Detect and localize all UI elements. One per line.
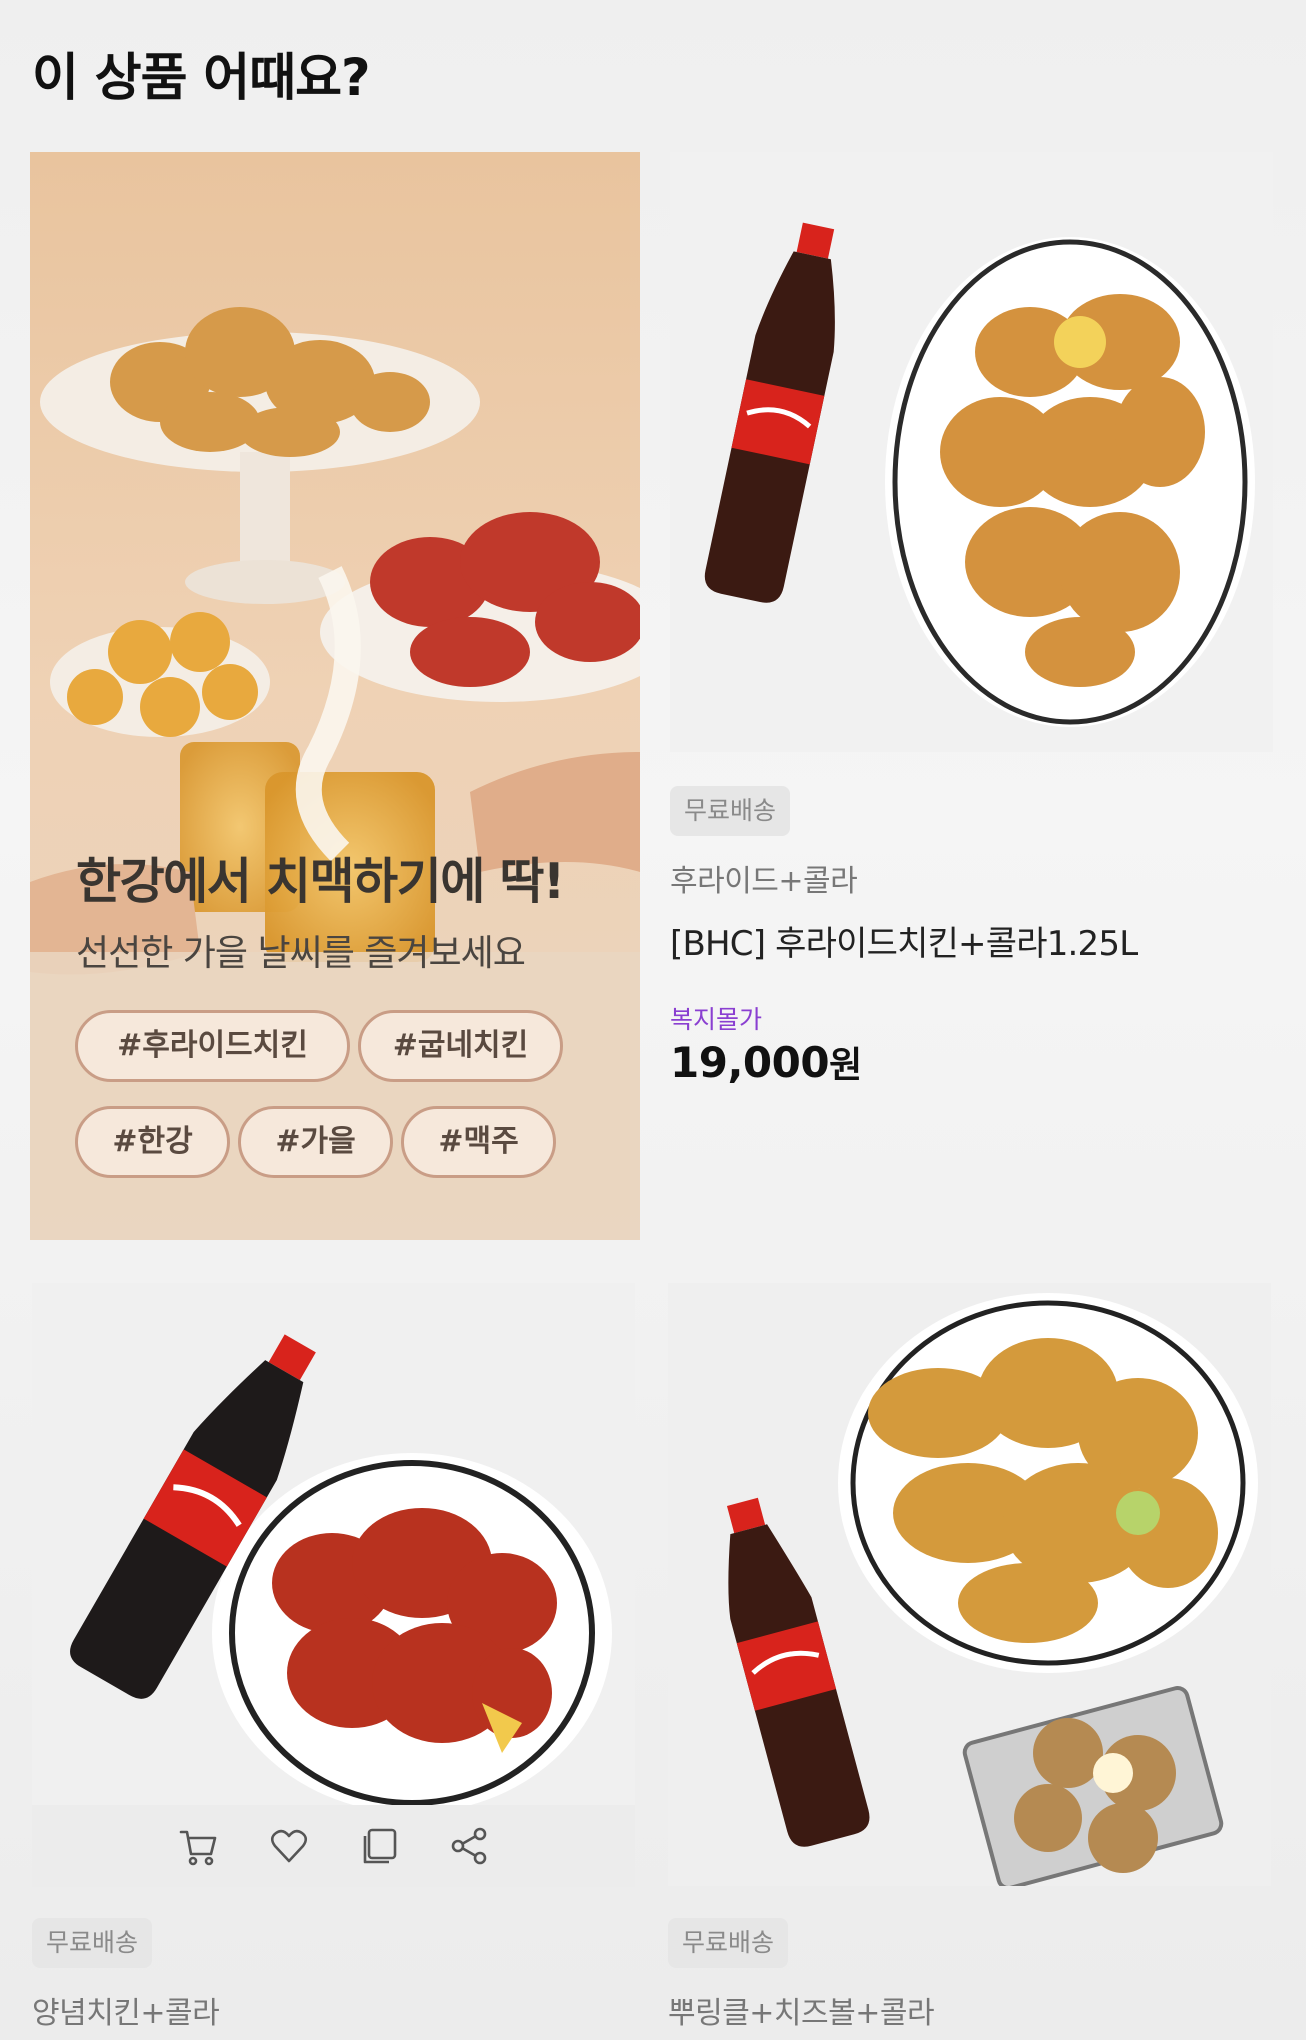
share-icon [451,1827,486,1865]
copy-icon [363,1828,396,1864]
free-shipping-badge: 무료배송 [670,786,791,836]
product-card[interactable]: 무료배송 양념치킨+콜라 [32,1283,635,2040]
tag-hangang[interactable]: #한강 [75,1106,230,1178]
product-subtitle: 양념치킨+콜라 [32,1996,220,2031]
price-label: 복지몰가 [670,1005,763,1034]
tag-fried-chicken[interactable]: #후라이드치킨 [75,1010,350,1082]
product-name[interactable]: [BHC] 후라이드치킨+콜라1.25L [670,916,1138,965]
promo-banner[interactable]: 한강에서 치맥하기에 딱! 선선한 가을 날씨를 즐겨보세요 #후라이드치킨 #… [30,152,640,1240]
product-price: 19,000원 [670,1036,862,1088]
tag-autumn[interactable]: #가을 [238,1106,393,1178]
product-image[interactable] [32,1283,635,1805]
heart-icon [270,1829,307,1863]
banner-subtitle: 선선한 가을 날씨를 즐겨보세요 [76,933,526,974]
wishlist-button[interactable] [264,1821,314,1871]
free-shipping-badge: 무료배송 [32,1918,153,1968]
product-image[interactable] [670,152,1273,752]
product-card[interactable]: 무료배송 뿌링클+치즈볼+콜라 [668,1283,1271,2040]
share-button[interactable] [444,1821,494,1871]
price-value: 19,000 [670,1038,830,1087]
free-shipping-badge: 무료배송 [668,1918,789,1968]
price-currency: 원 [829,1045,862,1086]
product-subtitle: 후라이드+콜라 [670,864,858,899]
product-card[interactable]: 무료배송 후라이드+콜라 [BHC] 후라이드치킨+콜라1.25L 복지몰가 1… [670,152,1273,1092]
product-subtitle: 뿌링클+치즈볼+콜라 [668,1996,935,2031]
section-title: 이 상품 어때요? [32,49,371,108]
cart-icon [179,1830,216,1866]
tag-goobne-chicken[interactable]: #굽네치킨 [358,1010,563,1082]
product-action-bar [32,1805,635,1887]
recommendation-page: 이 상품 어때요? 한강에서 치맥하기에 딱! 선선한 가을 날씨를 즐겨보세요… [0,0,1306,2040]
compare-button[interactable] [354,1821,404,1871]
add-to-cart-button[interactable] [174,1821,224,1871]
tag-beer[interactable]: #맥주 [401,1106,556,1178]
product-image[interactable] [668,1283,1271,1886]
banner-title: 한강에서 치맥하기에 딱! [76,853,565,910]
